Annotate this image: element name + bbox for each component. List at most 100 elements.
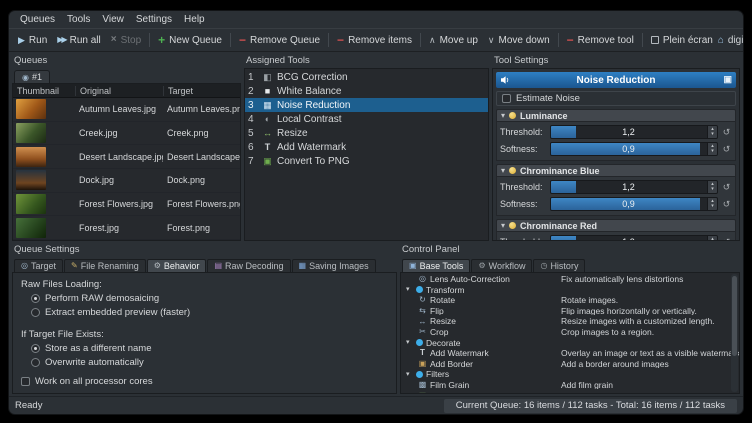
tool-color-effects[interactable]: ◧ Color Effects Apply color effects [401,391,739,394]
spin-buttons[interactable]: ▴▾ [707,143,717,155]
table-row[interactable]: Desert Landscape.jpg Desert Landscape.pn… [13,145,240,169]
tool-lens-auto-correction[interactable]: ◎ Lens Auto-Correction Fix automatically… [401,274,739,285]
new-queue-button[interactable]: + New Queue [153,32,227,48]
estimate-noise-option[interactable]: Estimate Noise [496,91,736,106]
table-row[interactable]: Autumn Leaves.jpg Autumn Leaves.png [13,98,240,122]
menu-view[interactable]: View [96,13,130,26]
run-all-label: Run all [70,35,101,46]
tab-saving-images[interactable]: ▦ Saving Images [292,259,376,272]
assigned-tool-add-watermark[interactable]: 6 T Add Watermark [245,140,488,154]
remove-tool-button[interactable]: − Remove tool [562,32,639,48]
tool-flip[interactable]: ⇆ Flip Flip images horizontally or verti… [401,306,739,317]
assigned-tool-local-contrast[interactable]: 4 ◐ Local Contrast [245,112,488,126]
scrollbar-thumb[interactable] [732,276,737,356]
assigned-tool-white-balance[interactable]: 2 ■ White Balance [245,84,488,98]
reset-icon[interactable]: ↺ [721,144,732,155]
tool-crop[interactable]: ✂ Crop Crop images to a region. [401,327,739,338]
tab-behavior[interactable]: ⚙ Behavior [147,259,207,272]
menu-help[interactable]: Help [178,13,211,26]
tab-workflow[interactable]: ⚙ Workflow [471,259,532,272]
tool-resize[interactable]: ↔ Resize Resize images with a customized… [401,316,739,327]
spin-buttons[interactable]: ▴▾ [707,126,717,138]
threshold-slider[interactable]: 1,2 ▴▾ [550,125,718,139]
menu-settings[interactable]: Settings [130,13,178,26]
reset-icon[interactable]: ↺ [721,127,732,138]
color-effects-icon: ◧ [418,392,427,394]
radio-icon[interactable] [31,308,40,317]
tab-target[interactable]: ◎ Target [14,259,63,272]
table-row[interactable]: Dock.jpg Dock.png [13,169,240,193]
remove-items-button[interactable]: − Remove items [332,32,417,48]
remove-queue-button[interactable]: − Remove Queue [234,32,325,48]
vertical-scrollbar[interactable] [731,274,738,392]
softness-row: Softness: 0,9 ▴▾ ↺ [500,197,732,211]
tool-add-watermark[interactable]: T Add Watermark Overlay an image or text… [401,348,739,359]
tool-rotate[interactable]: ↻ Rotate Rotate images. [401,295,739,306]
tab-raw-decoding[interactable]: ▤ Raw Decoding [207,259,290,272]
tool-description: Fix automatically lens distortions [561,275,739,284]
group-transform[interactable]: ▾ Transform [401,285,739,296]
radio-icon[interactable] [31,358,40,367]
exists-option-overwrite[interactable]: Overwrite automatically [31,357,388,368]
exists-option-different-name[interactable]: Store as a different name [31,343,388,354]
tool-film-grain[interactable]: ▩ Film Grain Add film grain [401,380,739,391]
group-decorate[interactable]: ▾ Decorate [401,338,739,349]
fullscreen-button[interactable]: Plein écran [646,33,718,48]
softness-slider[interactable]: 0,9 ▴▾ [550,142,718,156]
softness-slider[interactable]: 0,9 ▴▾ [550,197,718,211]
digikam-brand[interactable]: ⌂ digiKam.org [718,35,744,46]
radio-icon[interactable] [31,344,40,353]
target-filename: Creek.png [163,128,240,138]
move-down-button[interactable]: ∨ Move down [483,33,555,48]
softness-row: Softness: 0,9 ▴▾ ↺ [500,142,732,156]
target-filename: Desert Landscape.png [163,152,240,162]
expander-arrow-icon[interactable]: ▾ [406,339,413,346]
column-target[interactable]: Target [163,86,240,96]
column-original[interactable]: Original [75,86,163,96]
control-panel: Control Panel ▣ Base Tools ⚙ Workflow ◷ … [400,243,740,394]
estimate-noise-label: Estimate Noise [516,93,580,104]
tab-history[interactable]: ◷ History [533,259,585,272]
raw-option-demosaicing[interactable]: Perform RAW demosaicing [31,293,388,304]
toolbar-separator [420,33,421,47]
tool-description: Resize images with a customized length. [561,317,739,326]
table-row[interactable]: Forest.jpg Forest.png [13,216,240,240]
radio-icon[interactable] [31,294,40,303]
run-all-button[interactable]: ▶▶ Run all [52,33,105,48]
chrominance-red-section-header[interactable]: ▾ Chrominance Red [496,219,736,232]
reset-icon[interactable]: ↺ [721,237,732,242]
tab-base-tools[interactable]: ▣ Base Tools [402,259,470,272]
assigned-tool-convert-to-png[interactable]: 7 ▣ Convert To PNG [245,154,488,168]
raw-option-embedded-preview[interactable]: Extract embedded preview (faster) [31,307,388,318]
threshold-slider[interactable]: 1,2 ▴▾ [550,180,718,194]
spin-buttons[interactable]: ▴▾ [707,181,717,193]
assigned-tool-bcg-correction[interactable]: 1 ◧ BCG Correction [245,70,488,84]
queue-tab-1[interactable]: ◉ #1 [14,70,50,83]
table-row[interactable]: Creek.jpg Creek.png [13,122,240,146]
assigned-tool-noise-reduction[interactable]: 3 ▦ Noise Reduction [245,98,488,112]
reset-icon[interactable]: ↺ [721,182,732,193]
spin-buttons[interactable]: ▴▾ [707,236,717,241]
estimate-noise-checkbox[interactable] [502,94,511,103]
run-button[interactable]: ▶ Run [13,33,52,48]
original-filename: Forest.jpg [75,223,163,233]
spin-buttons[interactable]: ▴▾ [707,198,717,210]
header-menu-icon[interactable]: ▣ [723,74,732,85]
luminance-section-header[interactable]: ▾ Luminance [496,109,736,122]
tab-file-renaming[interactable]: ✎ File Renaming [64,259,146,272]
reset-icon[interactable]: ↺ [721,199,732,210]
menu-queues[interactable]: Queues [14,13,61,26]
group-filters[interactable]: ▾ Filters [401,369,739,380]
menu-tools[interactable]: Tools [61,13,96,26]
threshold-slider[interactable]: 1,2 ▴▾ [550,235,718,241]
column-thumbnail[interactable]: Thumbnail [13,86,75,96]
expander-arrow-icon[interactable]: ▾ [406,286,413,293]
processor-cores-option[interactable]: Work on all processor cores [21,376,388,387]
chrominance-blue-section-header[interactable]: ▾ Chrominance Blue [496,164,736,177]
tool-add-border[interactable]: ▣ Add Border Add a border around images [401,359,739,370]
assigned-tool-resize[interactable]: 5 ↔ Resize [245,126,488,140]
checkbox-icon[interactable] [21,377,30,386]
expander-arrow-icon[interactable]: ▾ [406,371,413,378]
move-up-button[interactable]: ∧ Move up [424,33,483,48]
table-row[interactable]: Forest Flowers.jpg Forest Flowers.png [13,193,240,217]
